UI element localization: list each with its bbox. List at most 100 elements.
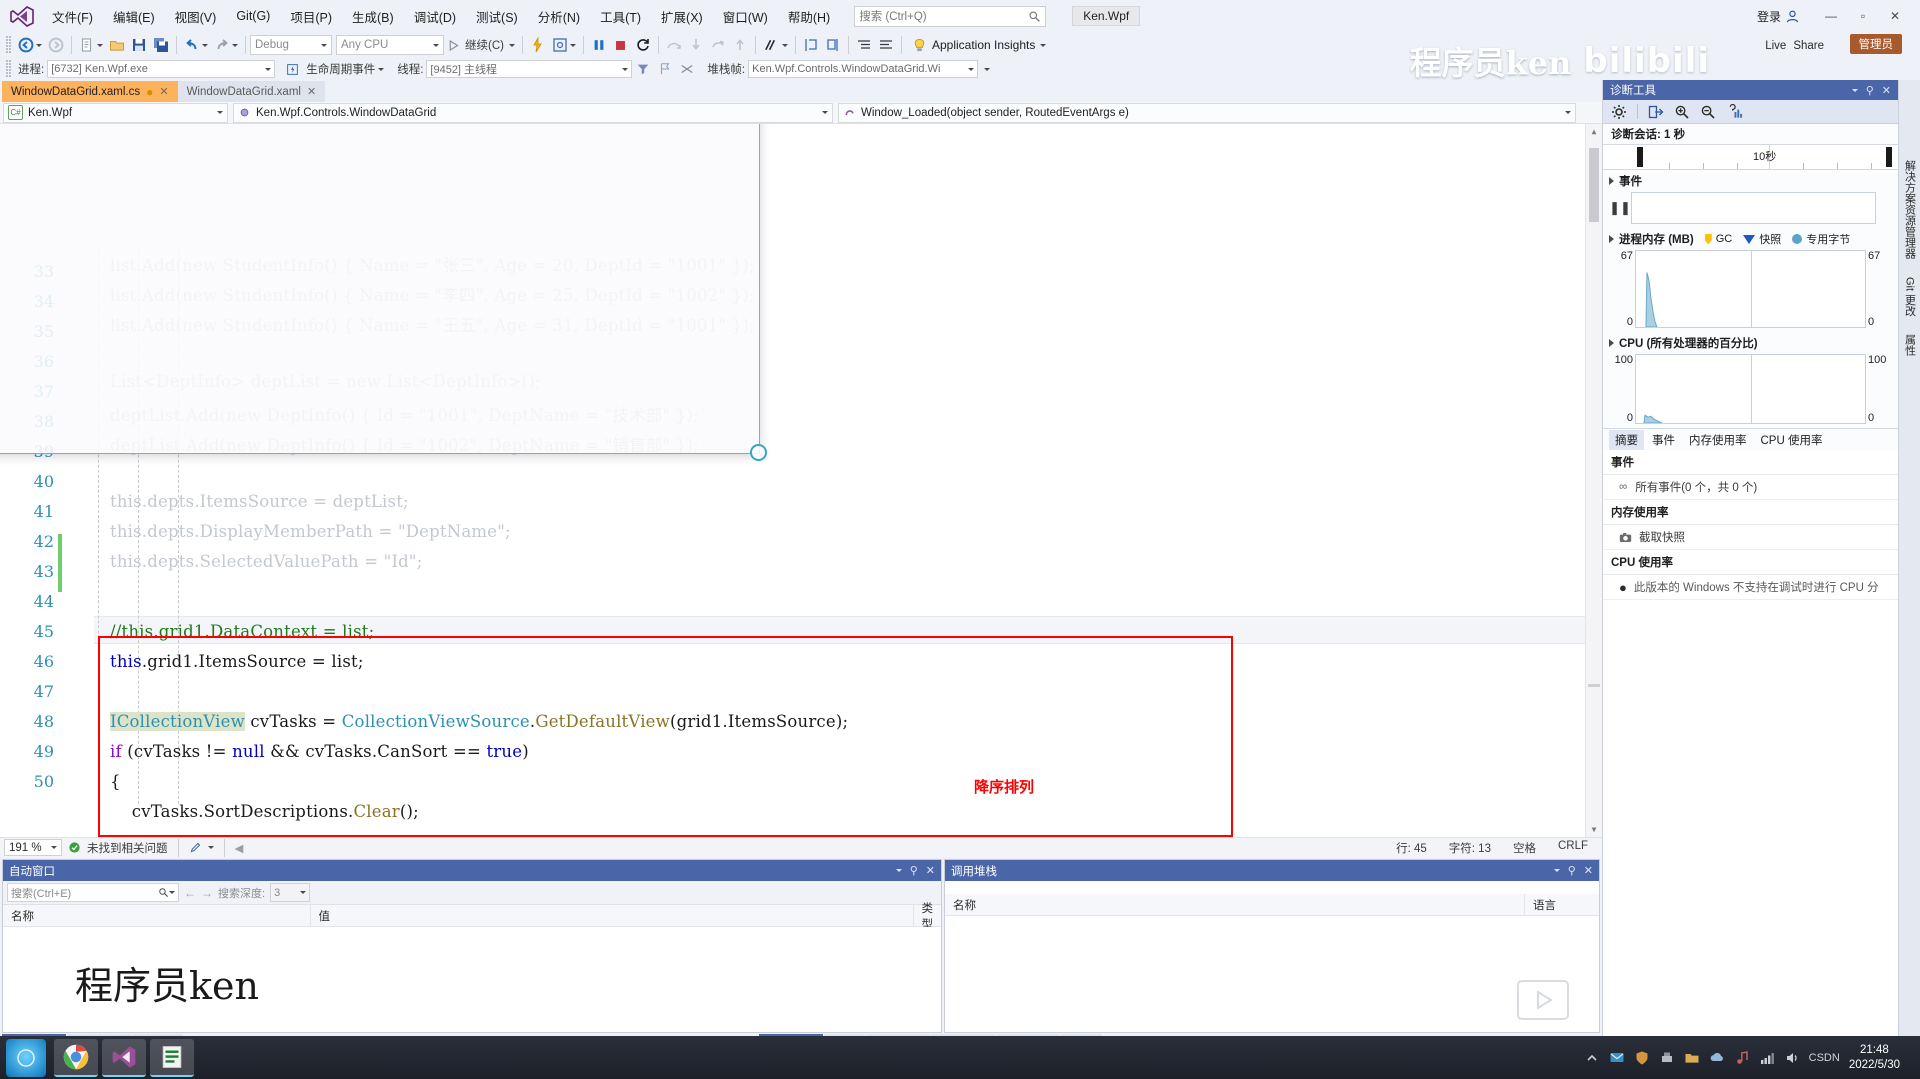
autos-col-value[interactable]: 值 [311, 905, 914, 926]
indent-icon[interactable] [853, 34, 875, 56]
stackframe-combo[interactable]: Ken.Wpf.Controls.WindowDataGrid.Wi [748, 60, 979, 78]
export-icon[interactable] [1648, 104, 1664, 120]
autos-close-icon[interactable]: ✕ [926, 864, 935, 877]
tray-expand-icon[interactable] [1584, 1050, 1600, 1066]
step-up-icon[interactable] [729, 34, 751, 56]
menu-project[interactable]: 项目(P) [280, 3, 342, 30]
call-stack-close-icon[interactable]: ✕ [1584, 864, 1593, 877]
menu-analyze[interactable]: 分析(N) [528, 3, 590, 30]
new-file-caret[interactable] [97, 43, 103, 47]
autos-pin-icon[interactable]: ⚲ [910, 864, 918, 877]
doc-tab-windowdatagrid-xaml[interactable]: WindowDataGrid.xaml ✕ [177, 81, 326, 102]
taskbar-chrome-icon[interactable] [54, 1038, 98, 1077]
solution-configuration-combo[interactable]: Debug [250, 35, 332, 55]
taskbar-editor-icon[interactable] [150, 1038, 194, 1077]
back-dropdown-caret[interactable] [36, 43, 42, 47]
summary-events-row[interactable]: ∞ 所有事件(0 个，共 0 个) [1603, 475, 1898, 500]
lifecycle-caret[interactable] [378, 67, 385, 71]
message-icon[interactable] [1609, 1050, 1625, 1066]
minimize-button[interactable]: — [1816, 5, 1846, 27]
procbar-grip[interactable] [6, 60, 12, 78]
open-file-icon[interactable] [106, 34, 128, 56]
menu-file[interactable]: 文件(F) [42, 3, 103, 30]
scroll-up-arrow[interactable]: ▲ [1586, 124, 1602, 139]
diag-tab-cpu-usage[interactable]: CPU 使用率 [1755, 430, 1829, 450]
redo-icon[interactable] [211, 34, 241, 56]
events-expander-icon[interactable] [1609, 177, 1614, 185]
procbar-overflow-caret[interactable] [984, 67, 991, 71]
search-input[interactable]: 搜索 (Ctrl+Q) [854, 5, 1047, 27]
continue-button[interactable]: 继续(C) [444, 34, 518, 56]
step-over-icon[interactable] [663, 34, 685, 56]
events-section-header[interactable]: 事件 [1603, 170, 1898, 192]
outdent-icon[interactable] [875, 34, 897, 56]
summary-memory-row[interactable]: 截取快照 [1603, 525, 1898, 550]
break-all-icon[interactable] [588, 34, 610, 56]
comment-icon[interactable] [800, 34, 822, 56]
menu-extensions[interactable]: 扩展(X) [651, 3, 713, 30]
diag-tab-memory-usage[interactable]: 内存使用率 [1683, 430, 1753, 450]
type-context-caret[interactable] [822, 111, 828, 114]
diagnostics-menu-caret[interactable] [1851, 88, 1858, 92]
zoom-caret[interactable] [51, 846, 57, 849]
autos-prev-icon[interactable]: ← [184, 886, 196, 900]
menu-help[interactable]: 帮助(H) [778, 3, 840, 30]
solution-chip[interactable]: Ken.Wpf [1072, 6, 1141, 26]
scroll-down-arrow[interactable]: ▼ [1586, 822, 1602, 837]
menu-edit[interactable]: 编辑(E) [103, 3, 165, 30]
split-view-icon[interactable] [1598, 102, 1620, 124]
diagnostics-close-icon[interactable]: ✕ [1882, 84, 1891, 97]
step-out-icon[interactable] [707, 34, 729, 56]
scroll-thumb[interactable] [1589, 148, 1599, 222]
autos-grid-body[interactable]: 程序员ken [3, 927, 941, 1032]
step-into-icon[interactable] [685, 34, 707, 56]
events-track[interactable] [1631, 192, 1876, 224]
project-context-combo[interactable]: C# Ken.Wpf [3, 102, 228, 123]
save-all-icon[interactable] [150, 34, 172, 56]
doc-tab-close-icon[interactable]: ✕ [307, 85, 316, 98]
lifecycle-events-icon[interactable] [281, 58, 303, 80]
live-tree-caret[interactable] [569, 43, 576, 47]
network-icon[interactable] [1759, 1050, 1775, 1066]
call-stack-pin-icon[interactable]: ⚲ [1568, 864, 1576, 877]
autos-search-input[interactable]: 搜索(Ctrl+E) [7, 883, 179, 902]
stackframe-caret[interactable] [968, 67, 975, 71]
menu-test[interactable]: 测试(S) [466, 3, 528, 30]
menu-window[interactable]: 窗口(W) [713, 3, 778, 30]
diagnostics-timeline-ruler[interactable]: 10秒 [1603, 144, 1898, 170]
diag-tab-events[interactable]: 事件 [1646, 430, 1681, 450]
menu-view[interactable]: 视图(V) [165, 3, 227, 30]
new-file-icon[interactable] [76, 34, 106, 56]
folder-icon[interactable] [1684, 1050, 1700, 1066]
memory-expander-icon[interactable] [1609, 235, 1614, 243]
undo-caret[interactable] [202, 43, 208, 47]
floating-preview-window[interactable]: WindowDataGrid — ▫ ✕ [0, 124, 767, 461]
search-depth-combo[interactable]: 3 [270, 883, 311, 902]
toggle-calls-icon[interactable] [676, 58, 698, 80]
type-context-combo[interactable]: Ken.Wpf.Controls.WindowDataGrid [233, 102, 833, 123]
live-visual-tree-icon[interactable] [549, 34, 579, 56]
menu-tools[interactable]: 工具(T) [590, 3, 651, 30]
uncomment-icon[interactable] [822, 34, 844, 56]
platform-caret[interactable] [433, 43, 439, 47]
music-icon[interactable] [1734, 1050, 1750, 1066]
autos-col-name[interactable]: 名称 [3, 905, 311, 926]
zoom-level-combo[interactable]: 191 % [4, 839, 62, 856]
cloud-icon[interactable] [1709, 1050, 1725, 1066]
zoom-in-icon[interactable] [1674, 104, 1690, 120]
code-editor[interactable]: 33 34 35 36 37 38 39 40 41 42 43 44 45 4… [0, 124, 1602, 837]
flag-icon[interactable] [654, 58, 676, 80]
menu-debug[interactable]: 调试(D) [404, 3, 466, 30]
call-stack-grid-body[interactable] [945, 916, 1599, 1032]
printer-icon[interactable] [1659, 1050, 1675, 1066]
taskbar-visual-studio-icon[interactable] [102, 1038, 146, 1077]
doc-tab-close-icon[interactable]: ✕ [159, 85, 168, 98]
call-stack-menu-caret[interactable] [1553, 869, 1560, 872]
continue-caret[interactable] [508, 43, 515, 47]
process-caret[interactable] [265, 67, 272, 71]
memory-plot[interactable] [1635, 250, 1866, 328]
diff-icon[interactable] [760, 34, 791, 56]
restart-icon[interactable] [632, 34, 654, 56]
zoom-out-icon[interactable] [1700, 104, 1716, 120]
close-button[interactable]: ✕ [1880, 5, 1910, 27]
